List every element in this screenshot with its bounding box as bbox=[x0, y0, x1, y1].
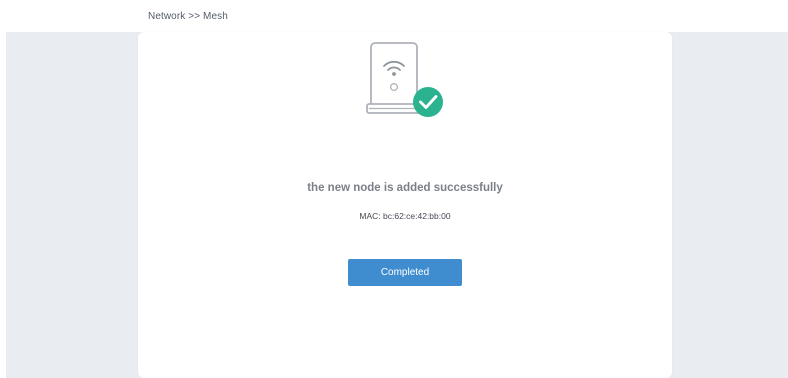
top-bar: Network >> Mesh bbox=[0, 0, 788, 32]
router-icon bbox=[366, 42, 443, 117]
success-message: the new node is added successfully bbox=[307, 182, 503, 194]
mac-address: MAC: bc:62:ce:42:bb:00 bbox=[359, 211, 451, 221]
breadcrumb: Network >> Mesh bbox=[148, 11, 228, 22]
completed-button[interactable]: Completed bbox=[348, 259, 462, 286]
check-circle-icon bbox=[413, 87, 443, 117]
